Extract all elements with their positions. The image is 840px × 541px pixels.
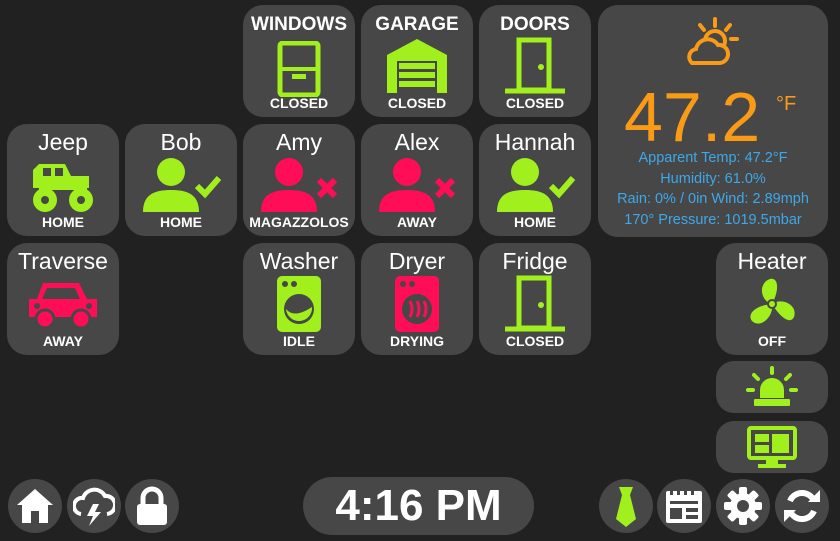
tile-state: HOME — [42, 214, 84, 230]
tile-state: MAGAZZOLOS — [249, 214, 349, 230]
tile-title: WINDOWS — [250, 14, 348, 35]
door-closed-icon — [505, 275, 565, 332]
calendar-button[interactable] — [657, 479, 711, 533]
monitor-dashboard-icon — [747, 426, 797, 468]
tile-title: Bob — [160, 129, 202, 155]
tile-fridge[interactable]: Fridge CLOSED — [479, 243, 591, 355]
tile-title: DOORS — [500, 14, 570, 35]
tile-state: IDLE — [283, 333, 315, 349]
tile-title: Jeep — [38, 129, 88, 155]
calendar-icon — [666, 489, 702, 523]
tile-jeep[interactable]: Jeep HOME — [7, 124, 119, 236]
weather-storm-icon — [73, 487, 115, 526]
tile-state: HOME — [160, 214, 202, 230]
washing-machine-icon — [277, 276, 321, 332]
tile-title: Washer — [259, 248, 339, 274]
tile-title: Traverse — [18, 248, 108, 274]
temperature-unit: °F — [776, 93, 797, 115]
tile-title: Hannah — [494, 129, 576, 155]
rain-wind: Rain: 0% / 0in Wind: 2.89mph — [617, 191, 809, 207]
tile-amy[interactable]: Amy MAGAZZOLOS — [243, 124, 355, 236]
tile-dryer[interactable]: Dryer DRYING — [361, 243, 473, 355]
humidity: Humidity: 61.0% — [660, 171, 766, 187]
tumble-dryer-icon — [395, 276, 439, 332]
tie-icon — [616, 487, 636, 527]
dashboard-button[interactable] — [716, 421, 828, 473]
tile-state: AWAY — [43, 333, 83, 349]
tile-state: DRYING — [390, 333, 444, 349]
tile-doors[interactable]: DOORS CLOSED — [479, 5, 591, 117]
refresh-button[interactable] — [775, 479, 829, 533]
tile-state: OFF — [758, 333, 786, 349]
tile-state: CLOSED — [269, 95, 329, 111]
tile-title: Heater — [737, 248, 807, 274]
monster-truck-icon — [33, 164, 93, 212]
temperature-value: 47.2 — [624, 78, 761, 156]
tile-garage[interactable]: GARAGE CLOSED — [361, 5, 473, 117]
account-check-icon — [497, 158, 575, 212]
partly-cloudy-day-icon — [687, 17, 739, 65]
window-closed-icon — [277, 41, 321, 97]
lock-icon — [137, 486, 167, 525]
apparent-temp: Apparent Temp: 47.2°F — [638, 150, 788, 166]
account-remove-icon — [261, 158, 338, 212]
tile-title: Fridge — [502, 248, 568, 274]
account-remove-icon — [379, 158, 456, 212]
car-icon — [29, 283, 97, 329]
refresh-icon — [784, 490, 820, 522]
tile-heater[interactable]: Heater OFF — [716, 243, 828, 355]
bearing-pressure: 170° Pressure: 1019.5mbar — [624, 212, 802, 228]
tile-windows[interactable]: WINDOWS CLOSED — [243, 5, 355, 117]
tile-state: CLOSED — [505, 333, 565, 349]
tie-button[interactable] — [599, 479, 653, 533]
account-check-icon — [143, 158, 221, 212]
lock-button[interactable] — [125, 479, 179, 533]
tile-title: Dryer — [388, 248, 446, 274]
weather-storm-button[interactable] — [67, 479, 121, 533]
tile-state: AWAY — [397, 214, 437, 230]
tile-state: CLOSED — [505, 95, 565, 111]
garage-closed-icon — [387, 39, 447, 93]
tile-state: HOME — [514, 214, 556, 230]
tile-alex[interactable]: Alex AWAY — [361, 124, 473, 236]
tile-title: Alex — [394, 129, 440, 155]
fan-icon — [750, 278, 795, 324]
tile-washer[interactable]: Washer IDLE — [243, 243, 355, 355]
tile-title: Amy — [276, 129, 322, 155]
door-closed-icon — [505, 37, 565, 94]
home-icon — [17, 489, 53, 523]
tile-state: CLOSED — [387, 95, 447, 111]
gear-icon — [724, 487, 762, 525]
tile-bob[interactable]: Bob HOME — [125, 124, 237, 236]
tile-hannah[interactable]: Hannah HOME — [479, 124, 591, 236]
alarm-button[interactable] — [716, 361, 828, 413]
tile-traverse[interactable]: Traverse AWAY — [7, 243, 119, 355]
clock: 4:16 PM — [303, 477, 534, 535]
weather-panel[interactable]: 47.2 °F Apparent Temp: 47.2°F Humidity: … — [598, 5, 828, 237]
alarm-light-icon — [746, 366, 798, 406]
settings-button[interactable] — [716, 479, 770, 533]
tile-title: GARAGE — [375, 14, 459, 35]
home-button[interactable] — [8, 479, 62, 533]
